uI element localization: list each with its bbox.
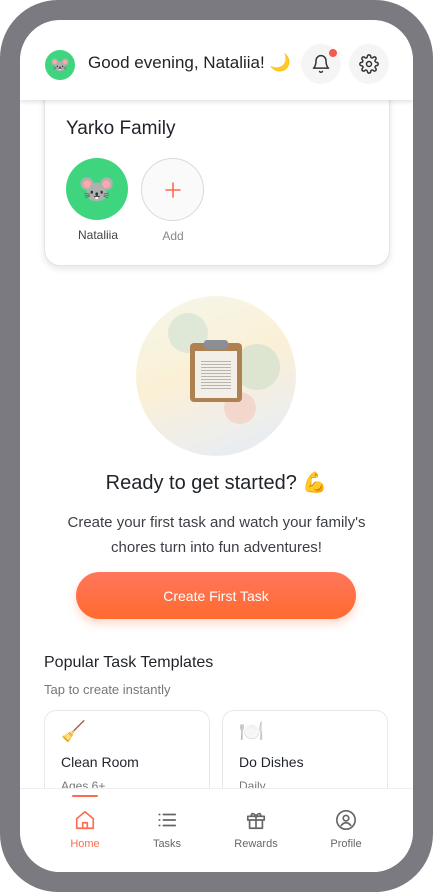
nav-label: Home bbox=[70, 838, 100, 850]
app-header: 🐭 Good evening, Nataliia! 🌙 bbox=[20, 20, 413, 100]
member-avatar: 🐭 bbox=[66, 158, 128, 220]
greeting-text: Good evening, Nataliia! 🌙 bbox=[88, 53, 291, 72]
bottom-nav: Home Tasks Rewards Profile bbox=[20, 788, 413, 872]
create-first-task-button[interactable]: Create First Task bbox=[76, 572, 356, 619]
add-label: Add bbox=[162, 229, 184, 243]
plate-icon: 🍽️ bbox=[239, 721, 264, 743]
app-screen: 🐭 Good evening, Nataliia! 🌙 Yarko Family… bbox=[20, 20, 413, 872]
empty-state-title: Ready to get started? 💪 bbox=[105, 472, 328, 494]
family-card: Yarko Family 🐭 Nataliia Add bbox=[44, 90, 390, 266]
list-icon bbox=[158, 813, 177, 827]
nav-profile[interactable]: Profile bbox=[306, 789, 386, 850]
template-title: Clean Room bbox=[61, 754, 139, 770]
notifications-button[interactable] bbox=[301, 44, 341, 84]
settings-button[interactable] bbox=[349, 44, 389, 84]
nav-label: Rewards bbox=[234, 838, 278, 850]
clipboard-lines bbox=[201, 359, 231, 389]
empty-state-description: Create your first task and watch your fa… bbox=[67, 514, 366, 556]
clipboard-clip bbox=[204, 340, 228, 349]
user-circle-icon bbox=[336, 810, 356, 830]
user-avatar[interactable]: 🐭 bbox=[45, 50, 75, 80]
active-indicator bbox=[72, 795, 98, 797]
templates-title: Popular Task Templates bbox=[44, 654, 214, 671]
clipboard-paper bbox=[195, 351, 237, 398]
templates-subtitle: Tap to create instantly bbox=[44, 682, 171, 697]
notification-dot bbox=[329, 49, 337, 57]
broom-icon: 🧹 bbox=[61, 721, 86, 743]
nav-tasks[interactable]: Tasks bbox=[127, 789, 207, 850]
home-icon bbox=[75, 810, 95, 830]
bell-icon bbox=[312, 54, 330, 74]
plus-icon bbox=[164, 181, 181, 198]
nav-home[interactable]: Home bbox=[45, 789, 125, 850]
family-name: Yarko Family bbox=[66, 118, 176, 139]
member-name: Nataliia bbox=[77, 228, 119, 242]
add-member-button[interactable]: Add bbox=[141, 158, 205, 243]
add-circle bbox=[141, 158, 204, 221]
family-member-nataliia[interactable]: 🐭 Nataliia bbox=[66, 158, 130, 242]
empty-state-illustration bbox=[136, 296, 296, 456]
gift-icon bbox=[246, 812, 266, 830]
template-title: Do Dishes bbox=[239, 754, 304, 770]
nav-label: Profile bbox=[330, 838, 362, 850]
clipboard-icon bbox=[190, 340, 242, 402]
nav-label: Tasks bbox=[152, 838, 182, 850]
nav-rewards[interactable]: Rewards bbox=[216, 789, 296, 850]
device-frame: 🐭 Good evening, Nataliia! 🌙 Yarko Family… bbox=[0, 0, 433, 892]
gear-icon bbox=[359, 54, 379, 74]
